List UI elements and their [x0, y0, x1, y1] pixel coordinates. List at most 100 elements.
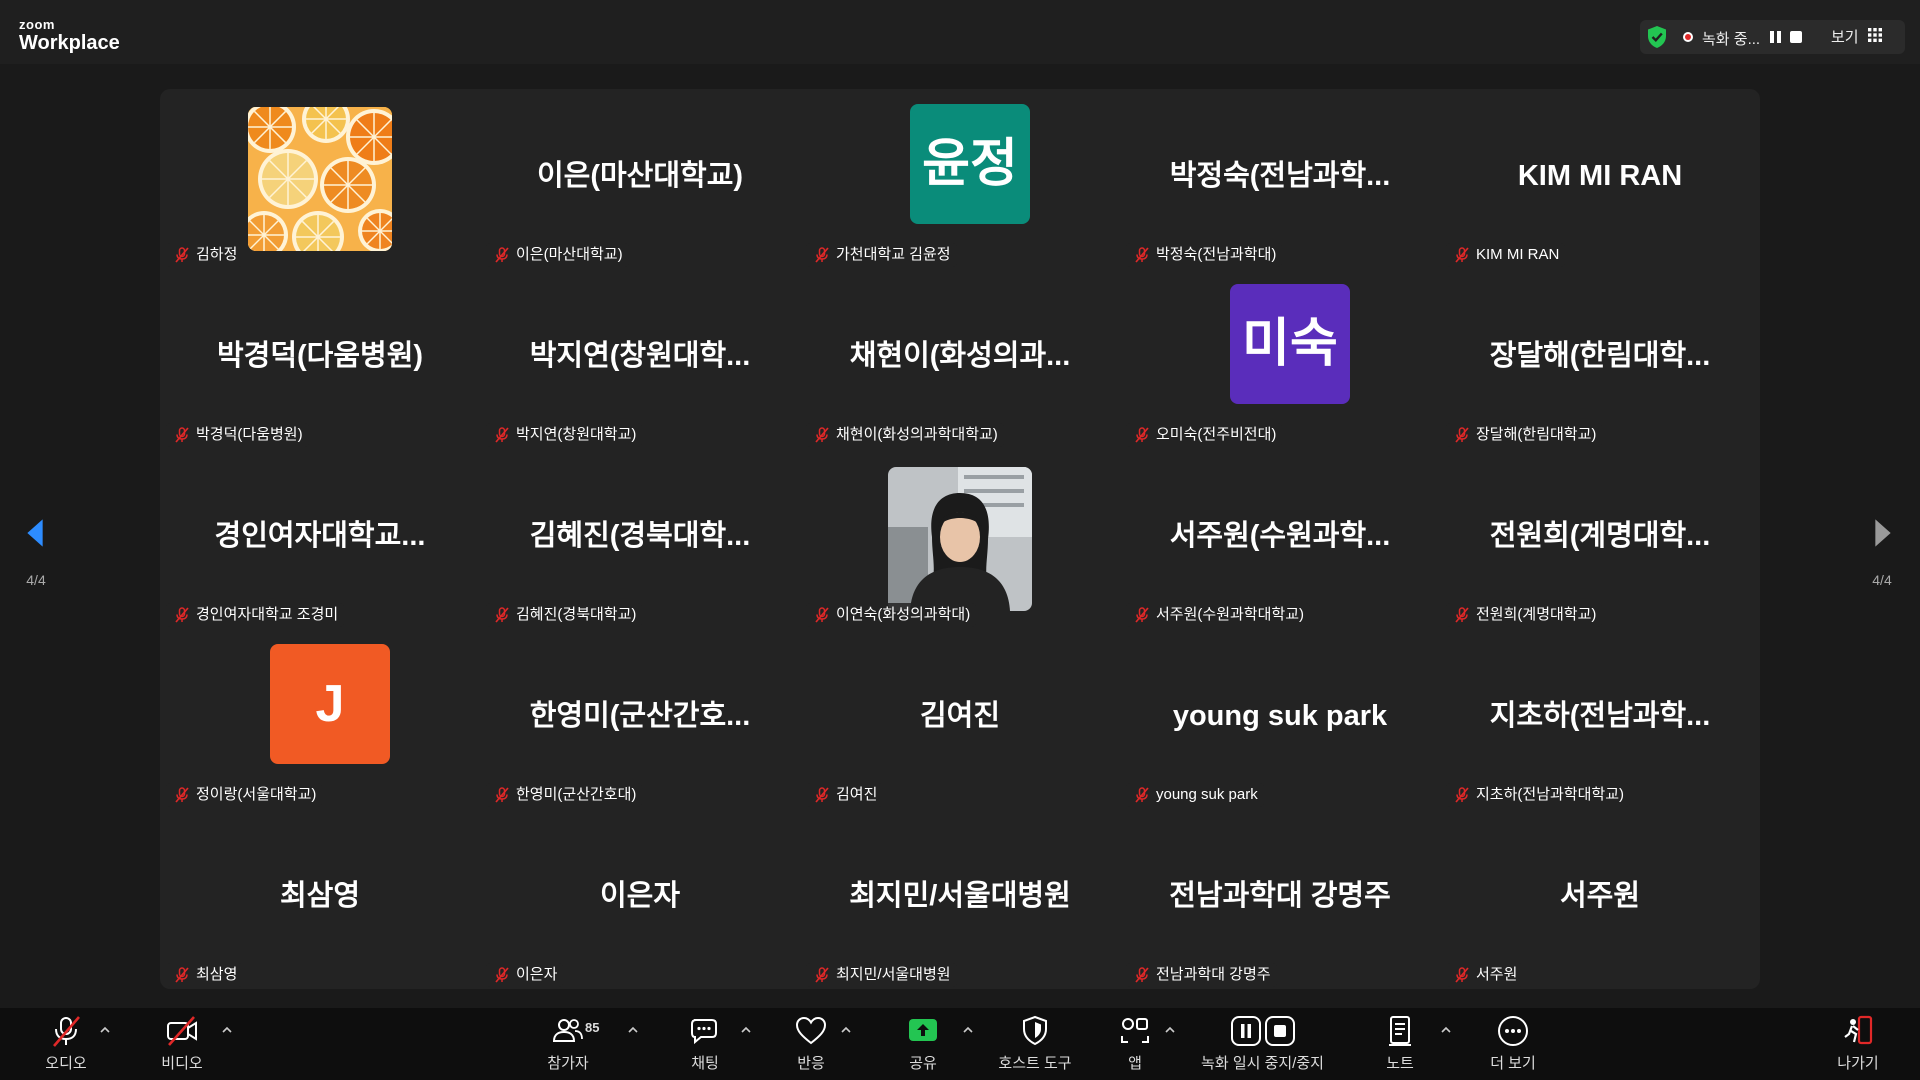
page-indicator-right: 4/4	[1872, 572, 1892, 588]
participant-tile[interactable]: 전원희(계명대학... 전원희(계명대학교)	[1440, 449, 1760, 629]
participant-name-text: 최지민/서울대병원	[836, 966, 951, 983]
participant-tile[interactable]: 서주원(수원과학... 서주원(수원과학대학교)	[1120, 449, 1440, 629]
audio-button[interactable]: 오디오	[36, 1014, 96, 1080]
participant-tile[interactable]: 채현이(화성의과... 채현이(화성의과학대학교)	[800, 269, 1120, 449]
participant-tile[interactable]: 미숙 오미숙(전주비전대)	[1120, 269, 1440, 449]
recording-status-text: 녹화 중...	[1702, 31, 1761, 48]
microphone-muted-icon	[1134, 247, 1150, 263]
participants-button[interactable]: 85 참가자	[533, 1014, 603, 1080]
apps-options-caret-icon[interactable]	[1164, 1026, 1176, 1034]
microphone-muted-icon	[814, 967, 830, 983]
microphone-muted-icon	[174, 607, 190, 623]
microphone-muted-icon	[1134, 967, 1150, 983]
participant-tile[interactable]: 김혜진(경북대학... 김혜진(경북대학교)	[480, 449, 800, 629]
more-button[interactable]: 더 보기	[1483, 1014, 1543, 1080]
participant-tile[interactable]: 장달해(한림대학... 장달해(한림대학교)	[1440, 269, 1760, 449]
participant-name-label: 최삼영	[166, 963, 244, 987]
leave-meeting-button[interactable]: 나가기	[1828, 1014, 1888, 1080]
participant-tile[interactable]: 김여진 김여진	[800, 629, 1120, 809]
reactions-button[interactable]: 반응	[781, 1014, 841, 1080]
participant-name-label: 전남과학대 강명주	[1126, 963, 1277, 987]
participant-name-text: 최삼영	[196, 966, 238, 983]
apps-icon	[1121, 1018, 1149, 1043]
participant-tile[interactable]: 서주원 서주원	[1440, 809, 1760, 989]
arrow-left-icon	[27, 519, 43, 547]
video-camera-off-icon	[167, 1016, 197, 1046]
participant-name-label: 가천대학교 김윤정	[806, 243, 957, 267]
microphone-muted-icon	[814, 427, 830, 443]
stop-recording-icon[interactable]	[1790, 31, 1802, 43]
participant-name-label: 한영미(군산간호대)	[486, 783, 643, 807]
participant-tile[interactable]: 윤정 가천대학교 김윤정	[800, 89, 1120, 269]
participant-tile[interactable]: 전남과학대 강명주 전남과학대 강명주	[1120, 809, 1440, 989]
participants-icon	[552, 1019, 583, 1042]
video-gallery: 김하정 이은(마산대학교) 이은(마산대학교) 윤정 가천대학교 김윤정 박정숙(전남과학…	[160, 89, 1760, 989]
participant-display-name: 지초하(전남과학...	[1489, 700, 1711, 732]
participant-name-label: young suk park	[1126, 783, 1264, 807]
microphone-muted-icon	[1454, 247, 1470, 263]
host-tools-label: 호스트 도구	[998, 1055, 1072, 1072]
apps-button[interactable]: 앱	[1105, 1014, 1165, 1080]
video-options-caret-icon[interactable]	[221, 1026, 233, 1034]
participant-display-name: 장달해(한림대학...	[1489, 340, 1711, 372]
gallery-grid-icon[interactable]	[1868, 28, 1882, 42]
microphone-muted-icon	[53, 1016, 80, 1047]
notes-options-caret-icon[interactable]	[1440, 1026, 1452, 1034]
participant-name-label: KIM MI RAN	[1446, 243, 1566, 267]
next-page-button[interactable]: 4/4	[1856, 484, 1908, 594]
participant-display-name: 최삼영	[279, 880, 361, 912]
video-button[interactable]: 비디오	[152, 1014, 212, 1080]
participant-tile[interactable]: 김하정	[160, 89, 480, 269]
participant-tile[interactable]: young suk park young suk park	[1120, 629, 1440, 809]
previous-page-button[interactable]: 4/4	[10, 484, 62, 594]
participant-name-label: 서주원(수원과학대학교)	[1126, 603, 1310, 627]
microphone-muted-icon	[1454, 427, 1470, 443]
reactions-options-caret-icon[interactable]	[840, 1026, 852, 1034]
audio-options-caret-icon[interactable]	[99, 1026, 111, 1034]
leave-door-icon	[1844, 1015, 1873, 1045]
host-shield-icon	[1023, 1015, 1047, 1046]
chat-options-caret-icon[interactable]	[740, 1026, 752, 1034]
encryption-shield-icon[interactable]	[1646, 25, 1668, 49]
participant-tile[interactable]: 최삼영 최삼영	[160, 809, 480, 989]
participant-name-text: 채현이(화성의과학대학교)	[836, 426, 998, 443]
participant-tile[interactable]: 박경덕(다움병원) 박경덕(다움병원)	[160, 269, 480, 449]
participant-name-text: 서주원	[1476, 966, 1518, 983]
participant-tile[interactable]: 이은(마산대학교) 이은(마산대학교)	[480, 89, 800, 269]
participant-avatar: 미숙	[1230, 284, 1350, 404]
microphone-muted-icon	[494, 427, 510, 443]
notes-button[interactable]: 노트	[1370, 1014, 1430, 1080]
participant-name-text: 이연숙(화성의과학대)	[836, 606, 971, 623]
chat-button[interactable]: 채팅	[675, 1014, 735, 1080]
participant-name-label: 박경덕(다움병원)	[166, 423, 309, 447]
participant-tile[interactable]: 한영미(군산간호... 한영미(군산간호대)	[480, 629, 800, 809]
participant-name-text: 경인여자대학교 조경미	[196, 606, 339, 623]
participant-tile[interactable]: 박정숙(전남과학... 박정숙(전남과학대)	[1120, 89, 1440, 269]
participant-tile[interactable]: 이연숙(화성의과학대)	[800, 449, 1120, 629]
view-button-label[interactable]: 보기	[1831, 26, 1859, 47]
participant-display-name: 박지연(창원대학...	[529, 340, 751, 372]
pause-recording-icon[interactable]	[1770, 31, 1782, 43]
participant-name-label: 장달해(한림대학교)	[1446, 423, 1603, 447]
participant-tile[interactable]: 경인여자대학교... 경인여자대학교 조경미	[160, 449, 480, 629]
participant-tile[interactable]: KIM MI RAN KIM MI RAN	[1440, 89, 1760, 269]
participant-display-name: 박경덕(다움병원)	[216, 340, 424, 372]
meeting-toolbar: 오디오 비디오 85 참가자 채팅 반응 공유 호스트 도구 앱 녹화 일시 중…	[0, 1008, 1920, 1080]
participant-tile[interactable]: 최지민/서울대병원 최지민/서울대병원	[800, 809, 1120, 989]
share-options-caret-icon[interactable]	[962, 1026, 974, 1034]
participant-name-text: 장달해(한림대학교)	[1476, 426, 1597, 443]
participant-name-label: 김하정	[166, 243, 244, 267]
heart-icon	[795, 1016, 827, 1045]
recording-pause-stop-button[interactable]: 녹화 일시 중지/중지	[1190, 1014, 1335, 1080]
participant-tile[interactable]: 이은자 이은자	[480, 809, 800, 989]
participant-tile[interactable]: 박지연(창원대학... 박지연(창원대학교)	[480, 269, 800, 449]
participant-name-text: 박경덕(다움병원)	[196, 426, 303, 443]
logo-workplace-text: Workplace	[19, 32, 120, 54]
participant-tile[interactable]: J 정이랑(서울대학교)	[160, 629, 480, 809]
host-tools-button[interactable]: 호스트 도구	[990, 1014, 1080, 1080]
share-screen-button[interactable]: 공유	[893, 1014, 953, 1080]
participants-options-caret-icon[interactable]	[627, 1026, 639, 1034]
participant-name-text: KIM MI RAN	[1476, 246, 1560, 263]
participant-tile[interactable]: 지초하(전남과학... 지초하(전남과학대학교)	[1440, 629, 1760, 809]
recording-dot-icon	[1683, 32, 1693, 42]
